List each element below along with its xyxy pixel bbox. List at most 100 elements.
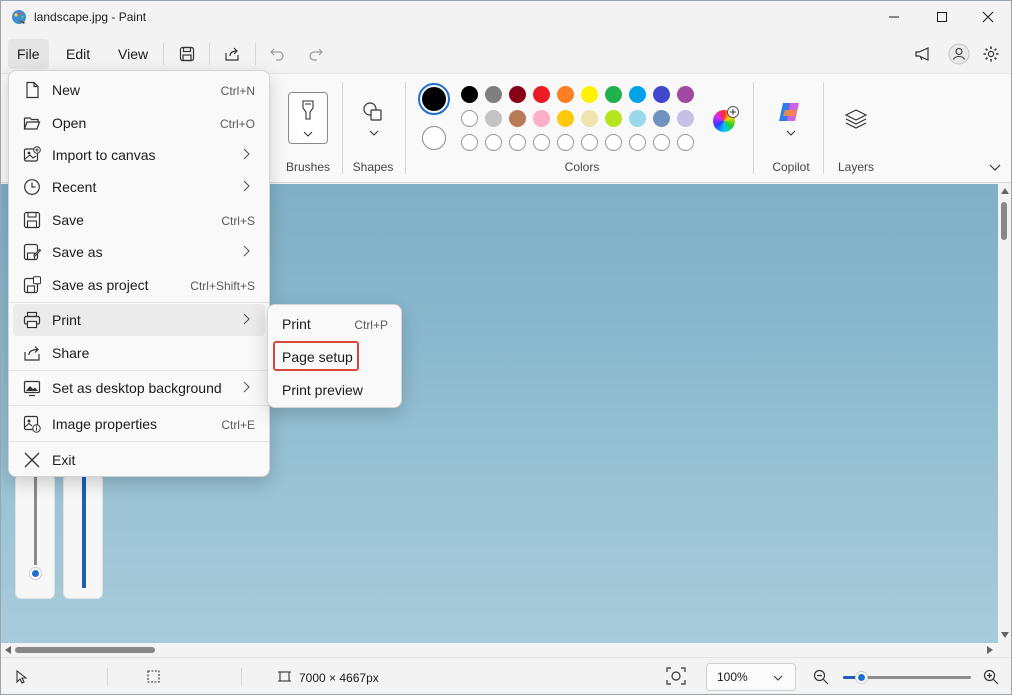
- file-menu-item-save-as-project[interactable]: Save as project Ctrl+Shift+S: [13, 269, 265, 301]
- edit-colors-button[interactable]: [713, 106, 739, 132]
- horizontal-scrollbar[interactable]: [1, 643, 1011, 657]
- settings-button[interactable]: [978, 41, 1004, 67]
- menu-edit[interactable]: Edit: [57, 39, 99, 69]
- layers-icon: [844, 109, 868, 129]
- file-menu-item-label: Share: [52, 345, 90, 361]
- vertical-scrollbar[interactable]: [998, 184, 1011, 643]
- file-menu-item-image-properties[interactable]: Image properties Ctrl+E: [13, 408, 265, 440]
- chevron-right-icon: [243, 381, 250, 393]
- redo-button[interactable]: [303, 41, 329, 67]
- file-menu-item-save-as[interactable]: Save as: [13, 236, 265, 268]
- palette-swatch[interactable]: [533, 110, 550, 127]
- palette-swatch[interactable]: [557, 86, 574, 103]
- palette-swatch[interactable]: [557, 110, 574, 127]
- divider: [342, 82, 343, 174]
- close-window-button[interactable]: [965, 1, 1011, 33]
- copilot-icon: [779, 103, 799, 121]
- opacity-slider[interactable]: [63, 474, 103, 599]
- divider: [209, 43, 210, 65]
- palette-swatch[interactable]: [605, 110, 622, 127]
- palette-swatch[interactable]: [485, 110, 502, 127]
- print-submenu-item-print[interactable]: Print Ctrl+P: [272, 309, 398, 339]
- palette-swatch-empty[interactable]: [629, 134, 646, 151]
- maximize-button[interactable]: [919, 1, 965, 33]
- maximize-icon: [937, 12, 947, 22]
- share-quick-button[interactable]: [219, 41, 245, 67]
- desktop-background-icon: [23, 380, 41, 397]
- palette-swatch-empty[interactable]: [653, 134, 670, 151]
- menu-separator: [9, 302, 269, 303]
- file-menu-item-open[interactable]: Open Ctrl+O: [13, 107, 265, 139]
- file-menu-item-new[interactable]: New Ctrl+N: [13, 74, 265, 106]
- palette-swatch[interactable]: [461, 86, 478, 103]
- primary-color-button[interactable]: [418, 83, 450, 115]
- zoom-slider[interactable]: [843, 670, 971, 684]
- primary-color-swatch: [422, 87, 446, 111]
- palette-swatch-empty[interactable]: [557, 134, 574, 151]
- fit-to-window-button[interactable]: [665, 666, 691, 688]
- undo-button[interactable]: [264, 41, 290, 67]
- palette-swatch-empty[interactable]: [461, 134, 478, 151]
- canvas-dimensions: 7000 × 4667px: [299, 671, 379, 685]
- scroll-up-icon: [1001, 188, 1009, 194]
- file-menu-item-label: Save as: [52, 244, 103, 260]
- palette-swatch[interactable]: [605, 86, 622, 103]
- print-submenu-item-print-preview[interactable]: Print preview: [272, 375, 398, 405]
- file-menu-item-recent[interactable]: Recent: [13, 171, 265, 203]
- palette-swatch-empty[interactable]: [533, 134, 550, 151]
- palette-swatch[interactable]: [461, 110, 478, 127]
- vertical-scroll-thumb[interactable]: [1001, 202, 1007, 240]
- brush-size-slider[interactable]: [15, 474, 55, 599]
- palette-swatch-empty[interactable]: [485, 134, 502, 151]
- palette-swatch[interactable]: [509, 110, 526, 127]
- palette-swatch-empty[interactable]: [677, 134, 694, 151]
- file-menu-item-exit[interactable]: Exit: [13, 444, 265, 476]
- secondary-color-button[interactable]: [422, 126, 446, 150]
- layers-button[interactable]: [844, 108, 868, 132]
- menu-view[interactable]: View: [109, 39, 157, 69]
- palette-swatch-empty[interactable]: [581, 134, 598, 151]
- slider-thumb[interactable]: [29, 567, 42, 580]
- minimize-button[interactable]: [871, 1, 917, 33]
- horizontal-scroll-thumb[interactable]: [15, 647, 155, 653]
- zoom-in-icon[interactable]: [983, 669, 999, 685]
- file-menu-item-save[interactable]: Save Ctrl+S: [13, 204, 265, 236]
- palette-swatch-empty[interactable]: [605, 134, 622, 151]
- chevron-right-icon: [243, 313, 250, 325]
- palette-swatch[interactable]: [629, 86, 646, 103]
- zoom-slider-thumb[interactable]: [855, 671, 868, 684]
- plus-icon: [727, 106, 739, 118]
- palette-swatch-empty[interactable]: [509, 134, 526, 151]
- chevron-down-icon[interactable]: [989, 164, 1001, 172]
- feedback-button[interactable]: [910, 41, 936, 67]
- menu-file[interactable]: File: [8, 39, 49, 69]
- scroll-right-icon: [987, 646, 993, 654]
- save-quick-button[interactable]: [174, 41, 200, 67]
- palette-swatch[interactable]: [677, 110, 694, 127]
- account-button[interactable]: [946, 41, 972, 67]
- palette-swatch[interactable]: [653, 110, 670, 127]
- group-label-colors: Colors: [564, 160, 600, 174]
- shortcut-label: Ctrl+S: [221, 214, 255, 228]
- zoom-out-icon[interactable]: [813, 669, 829, 685]
- palette-swatch[interactable]: [581, 86, 598, 103]
- copilot-button[interactable]: [777, 100, 805, 140]
- menu-bar: File Edit View: [1, 35, 1011, 73]
- palette-swatch[interactable]: [533, 86, 550, 103]
- file-menu-item-print[interactable]: Print: [13, 304, 265, 336]
- divider: [107, 668, 108, 686]
- palette-swatch[interactable]: [581, 110, 598, 127]
- file-menu-item-share[interactable]: Share: [13, 337, 265, 369]
- brushes-button[interactable]: [288, 92, 328, 144]
- palette-swatch[interactable]: [629, 110, 646, 127]
- shapes-button[interactable]: [361, 100, 387, 140]
- file-menu-item-set-as-desktop-background[interactable]: Set as desktop background: [13, 372, 265, 404]
- palette-swatch[interactable]: [653, 86, 670, 103]
- zoom-level-dropdown[interactable]: 100%: [706, 663, 796, 691]
- palette-swatch[interactable]: [485, 86, 502, 103]
- menu-separator: [9, 405, 269, 406]
- chevron-down-icon: [786, 130, 796, 136]
- file-menu-item-import-to-canvas[interactable]: Import to canvas: [13, 139, 265, 171]
- palette-swatch[interactable]: [509, 86, 526, 103]
- palette-swatch[interactable]: [677, 86, 694, 103]
